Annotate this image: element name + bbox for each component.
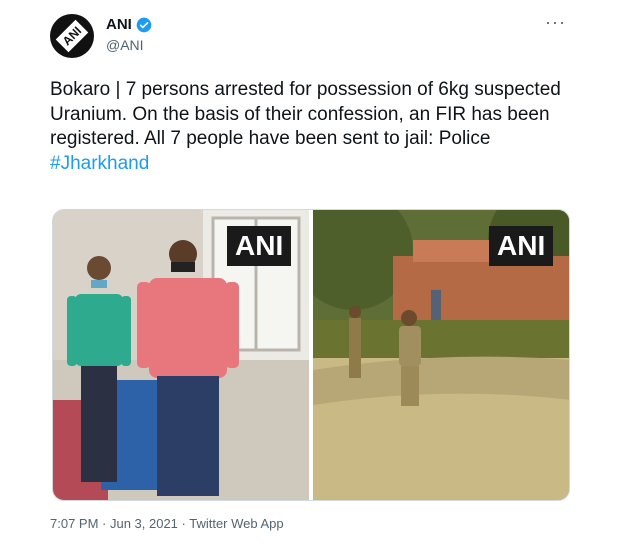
- tweet-text: Bokaro | 7 persons arrested for possessi…: [50, 79, 561, 149]
- verified-badge-icon: [136, 17, 152, 32]
- media-gallery[interactable]: ANI ANI: [52, 209, 570, 501]
- hashtag-link[interactable]: #Jharkhand: [50, 152, 580, 177]
- author-handle[interactable]: @ANI: [106, 37, 144, 53]
- photo-arrested-men[interactable]: ANI: [53, 210, 309, 500]
- author-name-row: ANI: [106, 16, 152, 33]
- ani-watermark-right: ANI: [489, 226, 554, 266]
- more-options-icon[interactable]: ···: [545, 12, 566, 33]
- tweet-timestamp[interactable]: 7:07 PM · Jun 3, 2021 · Twitter Web App: [50, 516, 284, 531]
- ani-watermark-left: ANI: [227, 226, 292, 266]
- photo-police-road[interactable]: ANI: [313, 210, 569, 500]
- tweet-text-block: Bokaro | 7 persons arrested for possessi…: [50, 78, 580, 176]
- tweet-card: ANI ANI @ANI ··· Bokaro | 7 persons arre…: [0, 0, 640, 554]
- avatar[interactable]: ANI: [50, 14, 94, 58]
- author-name[interactable]: ANI: [106, 16, 132, 33]
- ani-logo: ANI: [55, 19, 89, 53]
